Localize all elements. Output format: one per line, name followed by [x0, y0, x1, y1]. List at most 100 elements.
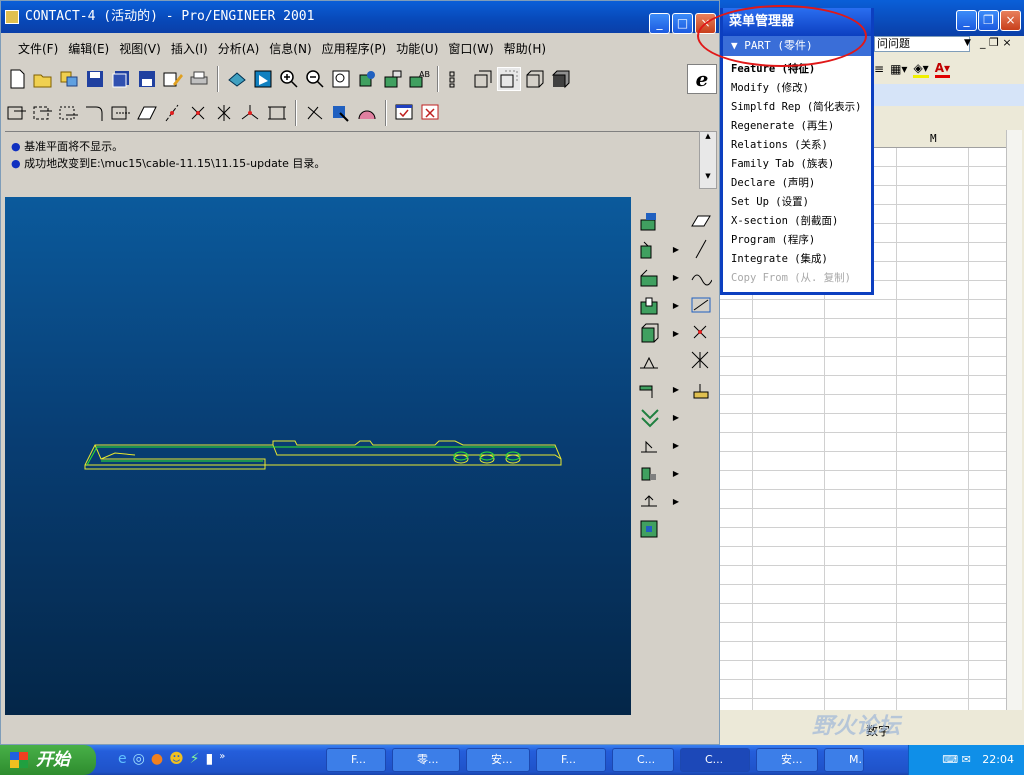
firefox-icon[interactable]: ●: [151, 751, 163, 767]
dropdown-arrow-icon[interactable]: ▼: [964, 38, 971, 48]
datum-point-tool-icon[interactable]: [689, 321, 713, 345]
datum-axis-tool-icon[interactable]: [689, 237, 713, 261]
menu-help[interactable]: 帮助(H): [499, 37, 551, 61]
menu-utilities[interactable]: 功能(U): [391, 37, 443, 61]
browser-icon[interactable]: ◎: [133, 751, 145, 767]
menu-item-program[interactable]: Program (程序): [723, 231, 871, 250]
new-file-icon[interactable]: [5, 67, 29, 91]
menu-item-family-tab[interactable]: Family Tab (族表): [723, 155, 871, 174]
feature-hole-icon[interactable]: [637, 209, 661, 233]
excel-restore-button[interactable]: ❐: [978, 10, 999, 31]
menu-item-set-up[interactable]: Set Up (设置): [723, 193, 871, 212]
menu-window[interactable]: 窗口(W): [443, 37, 498, 61]
sketch-curve-icon[interactable]: [83, 101, 107, 125]
feature-pattern-icon[interactable]: ▶: [637, 461, 679, 485]
orient-icon[interactable]: [251, 67, 275, 91]
menu-item-integrate[interactable]: Integrate (集成): [723, 250, 871, 269]
tool-icon[interactable]: ⚡: [190, 751, 200, 767]
graphics-viewport[interactable]: [5, 197, 631, 715]
print-icon[interactable]: [187, 67, 211, 91]
task-button-firefox[interactable]: 安...: [466, 748, 530, 772]
datum-offset-point-icon[interactable]: [689, 349, 713, 373]
minimize-button[interactable]: _: [649, 13, 670, 34]
borders-icon[interactable]: ▦▾: [890, 62, 907, 76]
feature-copy-icon[interactable]: ▶: [637, 489, 679, 513]
save-copy-icon[interactable]: [109, 67, 133, 91]
feature-draft-icon[interactable]: ▶: [637, 377, 679, 401]
ask-question-box[interactable]: 问问题: [874, 36, 970, 52]
window-activate-icon[interactable]: [393, 101, 417, 125]
message-scrollbar[interactable]: ▲ ▼: [699, 131, 717, 189]
menu-edit[interactable]: 编辑(E): [63, 37, 114, 61]
open-folder-icon[interactable]: [31, 67, 55, 91]
menu-item-simplfd-rep[interactable]: Simplfd Rep (简化表示): [723, 98, 871, 117]
proe-title-bar[interactable]: CONTACT-4 (活动的) - Pro/ENGINEER 2001: [1, 1, 719, 33]
menu-applications[interactable]: 应用程序(P): [317, 37, 392, 61]
excel-doc-controls[interactable]: _ ❐ ×: [980, 36, 1012, 49]
zoom-in-icon[interactable]: [277, 67, 301, 91]
zoom-out-icon[interactable]: [303, 67, 327, 91]
menu-item-regenerate[interactable]: Regenerate (再生): [723, 117, 871, 136]
menu-info[interactable]: 信息(N): [264, 37, 316, 61]
task-button-app[interactable]: 安...: [756, 748, 818, 772]
datum-curve-icon[interactable]: [187, 101, 211, 125]
menu-item-x-section[interactable]: X-section (剖截面): [723, 212, 871, 231]
feature-chamfer-icon[interactable]: ▶: [637, 433, 679, 457]
rename-icon[interactable]: [161, 67, 185, 91]
task-button-proe-2[interactable]: C...: [680, 748, 750, 772]
task-button-proe-1[interactable]: C...: [612, 748, 674, 772]
menu-item-relations[interactable]: Relations (关系): [723, 136, 871, 155]
sketch-point-icon[interactable]: [109, 101, 133, 125]
tray-icons[interactable]: ⌨ ✉: [942, 753, 971, 766]
no-hidden-icon[interactable]: [523, 67, 547, 91]
menu-analysis[interactable]: 分析(A): [213, 37, 265, 61]
indent-icon[interactable]: ≡: [874, 62, 884, 76]
feature-group-icon[interactable]: [637, 517, 661, 541]
task-button-folder[interactable]: F...: [326, 748, 386, 772]
feature-rib-icon[interactable]: [637, 349, 661, 373]
maximize-button[interactable]: □: [672, 13, 693, 34]
wireframe-icon[interactable]: [471, 67, 495, 91]
menu-file[interactable]: 文件(F): [13, 37, 63, 61]
excel-minimize-button[interactable]: _: [956, 10, 977, 31]
media-icon[interactable]: ☻: [169, 751, 184, 767]
feature-shell-icon[interactable]: ▶: [637, 321, 679, 345]
spin-icon[interactable]: [355, 67, 379, 91]
excel-close-button[interactable]: ×: [1000, 10, 1021, 31]
refit-icon[interactable]: [329, 67, 353, 91]
sketch-arc-icon[interactable]: [57, 101, 81, 125]
measure-icon[interactable]: [355, 101, 379, 125]
start-button[interactable]: 开始: [0, 745, 96, 775]
datum-plane-icon[interactable]: [135, 101, 159, 125]
sketch-line-icon[interactable]: [31, 101, 55, 125]
menu-item-declare[interactable]: Declare (声明): [723, 174, 871, 193]
excel-vscroll[interactable]: [1006, 130, 1022, 710]
column-header-m[interactable]: M: [930, 130, 937, 148]
datum-sketch-tool-icon[interactable]: [689, 293, 713, 317]
context-help-icon[interactable]: e: [687, 64, 717, 94]
app-icon-quick[interactable]: ▮: [206, 751, 214, 767]
select-icon[interactable]: [303, 101, 327, 125]
coordinate-system-icon[interactable]: [239, 101, 263, 125]
hidden-line-icon[interactable]: [497, 67, 521, 91]
font-color-icon[interactable]: A▾: [934, 61, 951, 78]
more-icon[interactable]: »: [219, 751, 225, 767]
shading-icon[interactable]: [549, 67, 573, 91]
menu-item-modify[interactable]: Modify (修改): [723, 79, 871, 98]
datum-plane-tool-icon[interactable]: [689, 209, 713, 233]
window-close-icon[interactable]: [419, 101, 443, 125]
fill-color-icon[interactable]: ◈▾: [913, 61, 929, 78]
datum-curve-tool-icon[interactable]: [689, 265, 713, 289]
menu-view[interactable]: 视图(V): [114, 37, 166, 61]
layers-icon[interactable]: [381, 67, 405, 91]
query-select-icon[interactable]: [329, 101, 353, 125]
save-icon[interactable]: [83, 67, 107, 91]
datum-csys-tool-icon[interactable]: [689, 377, 713, 401]
datum-planes-icon[interactable]: [445, 67, 469, 91]
feature-round-icon[interactable]: ▶: [637, 405, 679, 429]
datum-axis-icon[interactable]: [161, 101, 185, 125]
datum-point-icon[interactable]: [213, 101, 237, 125]
ie-icon[interactable]: e: [118, 751, 127, 767]
task-button-doc[interactable]: 零...: [392, 748, 460, 772]
feature-cut-icon[interactable]: ▶: [637, 293, 679, 317]
